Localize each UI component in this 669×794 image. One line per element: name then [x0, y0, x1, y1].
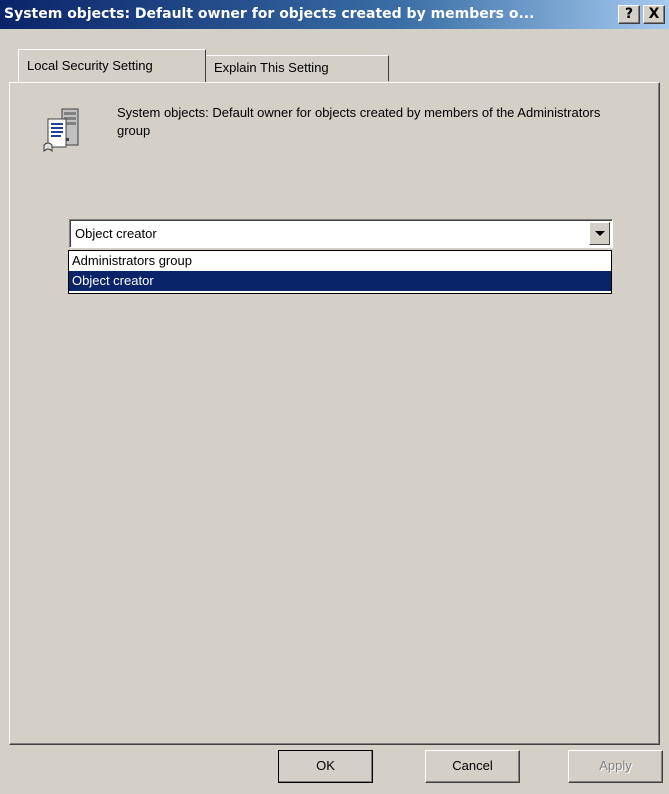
- help-button[interactable]: ?: [618, 5, 640, 24]
- combobox-dropdown-list[interactable]: Administrators group Object creator: [68, 250, 612, 294]
- cancel-button[interactable]: Cancel: [425, 750, 520, 783]
- apply-button[interactable]: Apply: [568, 750, 663, 783]
- tab-local-security-setting[interactable]: Local Security Setting: [18, 49, 206, 82]
- combobox-value: Object creator: [75, 226, 157, 241]
- owner-combobox[interactable]: Object creator: [69, 219, 613, 248]
- tab-explain-this-setting[interactable]: Explain This Setting: [206, 55, 389, 81]
- option-object-creator[interactable]: Object creator: [69, 271, 611, 291]
- tab-panel: [9, 82, 660, 745]
- title-bar[interactable]: System objects: Default owner for object…: [0, 0, 669, 29]
- option-administrators-group[interactable]: Administrators group: [69, 251, 611, 271]
- close-button[interactable]: X: [643, 5, 665, 24]
- chevron-down-icon[interactable]: [589, 222, 610, 245]
- policy-document-icon: [43, 108, 79, 153]
- ok-button[interactable]: OK: [278, 750, 373, 783]
- window-title: System objects: Default owner for object…: [4, 6, 535, 22]
- policy-description: System objects: Default owner for object…: [117, 105, 601, 138]
